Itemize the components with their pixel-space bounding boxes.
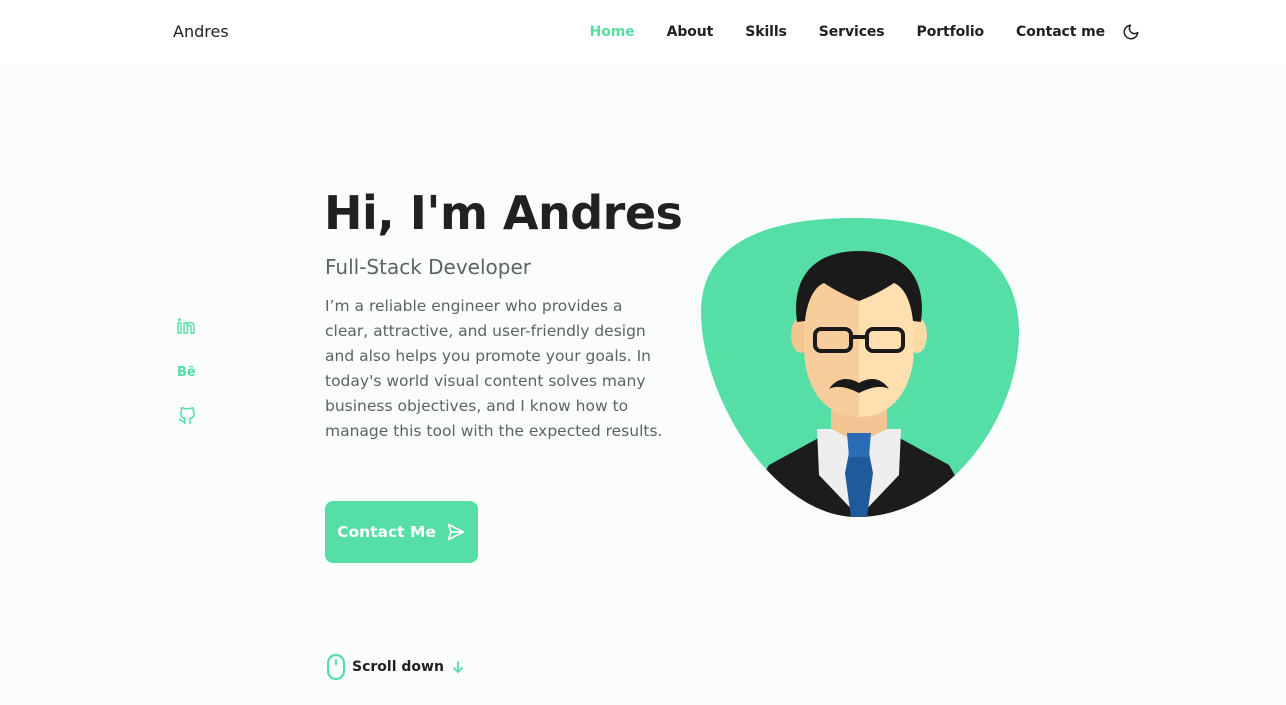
nav-link-home[interactable]: Home <box>590 24 635 40</box>
contact-me-label: Contact Me <box>337 523 436 541</box>
nav-link-skills[interactable]: Skills <box>745 24 787 40</box>
scroll-down-link[interactable]: Scroll down <box>326 653 464 681</box>
mouse-icon <box>326 653 346 681</box>
behance-icon: Bē <box>177 365 196 378</box>
logo[interactable]: Andres <box>173 22 229 41</box>
hero-description: I’m a reliable engineer who provides a c… <box>325 297 663 440</box>
avatar-illustration <box>701 217 1019 517</box>
theme-toggle-button[interactable] <box>1121 22 1141 42</box>
main-nav: Home About Skills Services Portfolio Con… <box>558 24 1106 40</box>
contact-me-button[interactable]: Contact Me <box>325 501 478 563</box>
nav-link-about[interactable]: About <box>667 24 714 40</box>
nav-link-portfolio[interactable]: Portfolio <box>917 24 985 40</box>
nav-link-services[interactable]: Services <box>819 24 885 40</box>
linkedin-link[interactable] <box>177 316 197 336</box>
profile-avatar <box>699 217 1019 517</box>
behance-link[interactable]: Bē <box>177 361 197 381</box>
hero-title: Hi, I'm Andres <box>324 186 683 240</box>
github-icon <box>178 407 195 425</box>
send-icon <box>446 522 466 542</box>
arrow-down-icon <box>452 660 464 674</box>
moon-icon <box>1123 24 1139 40</box>
social-links: Bē <box>177 316 197 451</box>
nav-link-contact[interactable]: Contact me <box>1016 24 1105 40</box>
github-link[interactable] <box>177 406 197 426</box>
svg-text:Bē: Bē <box>177 365 196 378</box>
site-header: Andres Home About Skills Services Portfo… <box>0 0 1286 64</box>
scroll-down-label: Scroll down <box>352 659 444 675</box>
hero-subtitle: Full-Stack Developer <box>325 255 532 279</box>
linkedin-icon <box>177 318 195 334</box>
